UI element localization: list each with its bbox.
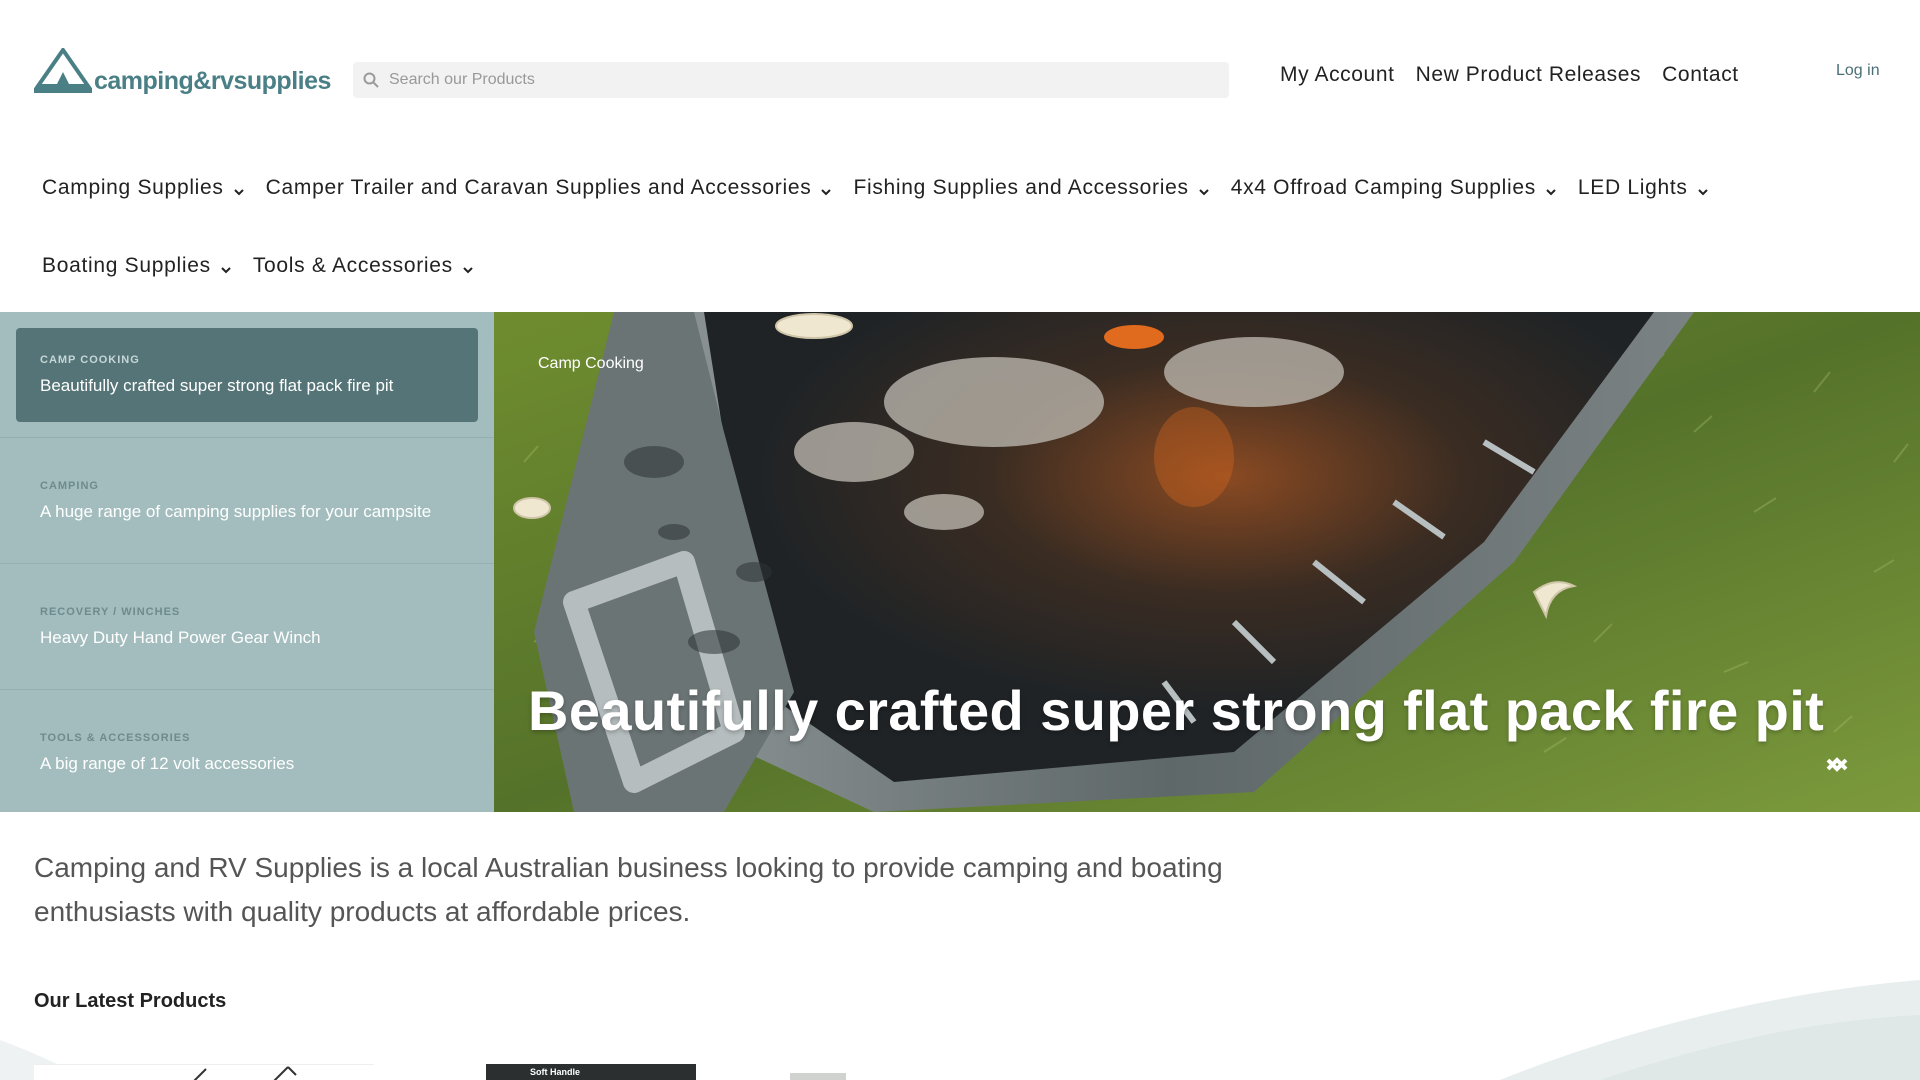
hero-slider: CAMP COOKING Beautifully crafted super s…	[0, 312, 1920, 812]
menu-label: LED Lights	[1577, 176, 1688, 199]
slide-category: RECOVERY / WINCHES	[40, 606, 181, 618]
hero-image[interactable]: Camp Cooking Beautifully crafted super s…	[494, 312, 1920, 812]
menu-label: Fishing Supplies and Accessories	[853, 176, 1189, 199]
login-link[interactable]: Log in	[1836, 62, 1880, 80]
search-input[interactable]	[389, 71, 1209, 89]
slide-title: A huge range of camping supplies for you…	[40, 502, 432, 521]
nav-contact[interactable]: Contact	[1662, 62, 1739, 88]
slider-arrows	[1824, 754, 1890, 774]
product-thumbnail[interactable]: Soft Handle	[486, 1064, 696, 1080]
main-nav-row: Camping Supplies Camper Trailer and Cara…	[42, 170, 1902, 248]
slide-tag: Camp Cooking	[538, 355, 644, 372]
slide-category: CAMPING	[40, 480, 99, 492]
slide-category: TOOLS & ACCESSORIES	[40, 732, 191, 744]
chevron-down-icon	[1197, 181, 1211, 196]
menu-label: 4x4 Offroad Camping Supplies	[1230, 176, 1536, 199]
slider-entry[interactable]: RECOVERY / WINCHES Heavy Duty Hand Power…	[0, 564, 494, 690]
chevron-down-icon	[819, 181, 833, 196]
menu-4x4-offroad[interactable]: 4x4 Offroad Camping Supplies	[1231, 170, 1558, 206]
tent-logo-icon	[34, 48, 92, 93]
menu-tools-accessories[interactable]: Tools & Accessories	[253, 248, 475, 284]
slider-entry[interactable]: CAMP COOKING Beautifully crafted super s…	[0, 312, 494, 438]
nav-new-product-releases[interactable]: New Product Releases	[1416, 62, 1642, 88]
menu-led-lights[interactable]: LED Lights	[1578, 170, 1710, 206]
main-nav: Camping Supplies Camper Trailer and Cara…	[42, 170, 1902, 326]
nav-my-account[interactable]: My Account	[1280, 62, 1395, 88]
site-logo[interactable]: camping&rvsupplies	[34, 46, 331, 94]
background-wave	[0, 980, 1920, 1080]
search-icon	[363, 72, 379, 88]
chevron-down-icon	[461, 259, 475, 274]
menu-label: Camping Supplies	[42, 176, 224, 199]
menu-label: Boating Supplies	[42, 254, 211, 277]
menu-camping-supplies[interactable]: Camping Supplies	[42, 170, 246, 206]
menu-label: Tools & Accessories	[252, 254, 453, 277]
active-highlight	[16, 328, 478, 422]
logo-text: camping&rvsupplies	[94, 67, 331, 95]
top-nav: My Account New Product Releases Contact	[1280, 62, 1760, 88]
latest-products-heading: Our Latest Products	[34, 990, 227, 1012]
slide-category: CAMP COOKING	[40, 354, 140, 366]
search-bar[interactable]	[353, 62, 1229, 98]
chevron-down-icon	[232, 181, 246, 196]
chevron-down-icon[interactable]	[1826, 754, 1890, 774]
product-thumbnail[interactable]	[790, 1073, 846, 1080]
slide-title: A big range of 12 volt accessories	[40, 754, 295, 773]
chevron-down-icon	[1544, 181, 1558, 196]
slide-headline: Beautifully crafted super strong flat pa…	[528, 679, 1825, 742]
site-header: camping&rvsupplies My Account New Produc…	[0, 0, 1920, 312]
chevron-down-icon	[1696, 181, 1710, 196]
menu-camper-trailer[interactable]: Camper Trailer and Caravan Supplies and …	[266, 170, 834, 206]
slide-title: Heavy Duty Hand Power Gear Winch	[40, 628, 321, 647]
menu-label: Camper Trailer and Caravan Supplies and …	[265, 176, 812, 199]
intro-text: Camping and RV Supplies is a local Austr…	[34, 852, 1223, 927]
slider-entry[interactable]: CAMPING A huge range of camping supplies…	[0, 438, 494, 564]
product-image	[193, 1066, 297, 1080]
chevron-down-icon	[219, 259, 233, 274]
slider-entry[interactable]: TOOLS & ACCESSORIES A big range of 12 vo…	[0, 690, 494, 816]
menu-fishing-supplies[interactable]: Fishing Supplies and Accessories	[853, 170, 1210, 206]
slider-list: CAMP COOKING Beautifully crafted super s…	[0, 312, 494, 812]
product-thumb-label: Soft Handle	[530, 1067, 581, 1077]
slide-title: Beautifully crafted super strong flat pa…	[40, 376, 394, 395]
product-thumbnail[interactable]	[34, 1064, 374, 1080]
menu-boating-supplies[interactable]: Boating Supplies	[42, 248, 233, 284]
